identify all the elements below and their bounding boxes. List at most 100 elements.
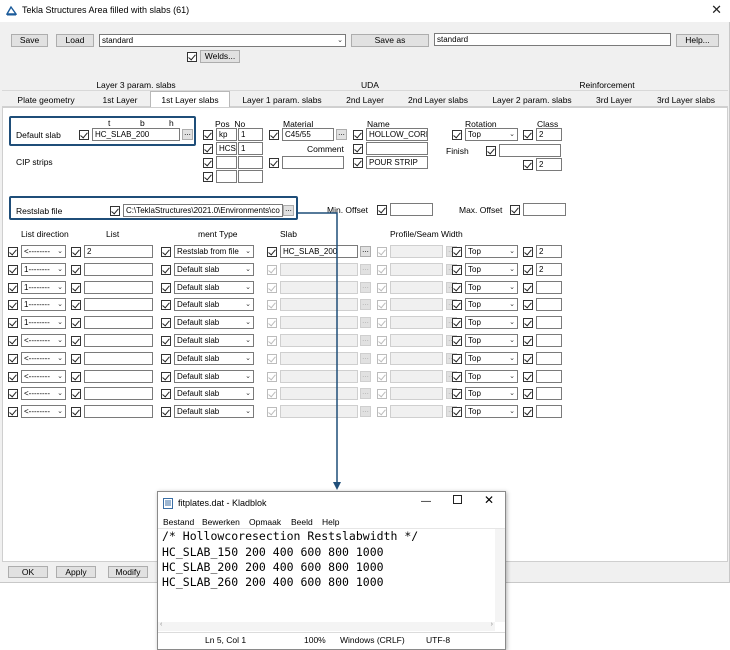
profile-input[interactable] [390, 298, 443, 311]
pos-no-3-input[interactable] [238, 156, 263, 169]
row-rotation-checkbox[interactable] [452, 318, 462, 328]
row-class-input[interactable] [536, 316, 562, 329]
element-type-select[interactable]: Default slab ⌄ [174, 298, 254, 311]
tab-layer2-param-slabs[interactable]: Layer 2 param. slabs [480, 94, 584, 107]
slab-browse-button[interactable]: ... [360, 371, 371, 382]
element-type-checkbox[interactable] [161, 354, 171, 364]
vertical-scrollbar[interactable] [495, 529, 505, 622]
row-rotation-checkbox[interactable] [452, 265, 462, 275]
row-rotation-checkbox[interactable] [452, 354, 462, 364]
slab-checkbox[interactable] [267, 372, 277, 382]
profile-checkbox[interactable] [377, 300, 387, 310]
menu-help[interactable]: Help [322, 517, 339, 527]
slab-input[interactable] [280, 316, 358, 329]
row-rotation-checkbox[interactable] [452, 247, 462, 257]
slab-input[interactable] [280, 281, 358, 294]
direction-select[interactable]: 1-------- ⌄ [21, 263, 66, 276]
direction-select[interactable]: <-------- ⌄ [21, 405, 66, 418]
close-icon[interactable]: ✕ [711, 3, 722, 17]
direction-select[interactable]: 1-------- ⌄ [21, 281, 66, 294]
row-class-input[interactable] [536, 387, 562, 400]
profile-checkbox[interactable] [377, 318, 387, 328]
min-offset-checkbox[interactable] [377, 205, 387, 215]
row-rotation-select[interactable]: Top ⌄ [465, 352, 518, 365]
name-3-input[interactable]: POUR STRIP [366, 156, 428, 169]
modify-button[interactable]: Modify [108, 566, 148, 578]
row-rotation-checkbox[interactable] [452, 300, 462, 310]
list-input[interactable] [84, 316, 153, 329]
row-rotation-select[interactable]: Top ⌄ [465, 387, 518, 400]
tab-plate-geometry[interactable]: Plate geometry [2, 94, 90, 107]
pos-prefix-4-input[interactable] [216, 170, 237, 183]
pos-no-1-input[interactable]: 1 [238, 128, 263, 141]
comment-input[interactable] [282, 156, 344, 169]
slab-browse-button[interactable]: ... [360, 353, 371, 364]
row-class-checkbox[interactable] [523, 318, 533, 328]
profile-input[interactable] [390, 387, 443, 400]
maximize-icon[interactable] [453, 495, 462, 504]
save-as-name-input[interactable]: standard [434, 33, 671, 46]
slab-browse-button[interactable]: ... [360, 264, 371, 275]
slab-input[interactable] [280, 370, 358, 383]
direction-checkbox[interactable] [8, 318, 18, 328]
pos-no-checkbox-4[interactable] [203, 172, 213, 182]
class-2-input[interactable]: 2 [536, 158, 562, 171]
pos-prefix-3-input[interactable] [216, 156, 237, 169]
close-icon[interactable]: ✕ [484, 493, 494, 507]
slab-input[interactable] [280, 352, 358, 365]
profile-checkbox[interactable] [377, 283, 387, 293]
tab-1st-layer[interactable]: 1st Layer [90, 94, 150, 107]
element-type-checkbox[interactable] [161, 300, 171, 310]
direction-checkbox[interactable] [8, 407, 18, 417]
profile-checkbox[interactable] [377, 372, 387, 382]
slab-browse-button[interactable]: ... [360, 317, 371, 328]
element-type-checkbox[interactable] [161, 336, 171, 346]
slab-checkbox[interactable] [267, 407, 277, 417]
direction-select[interactable]: <-------- ⌄ [21, 334, 66, 347]
pos-no-4-input[interactable] [238, 170, 263, 183]
pos-prefix-2-input[interactable]: HCS [216, 142, 237, 155]
slab-input[interactable] [280, 334, 358, 347]
help-button[interactable]: Help... [676, 34, 719, 47]
menu-opmaak[interactable]: Opmaak [249, 517, 281, 527]
profile-input[interactable] [390, 281, 443, 294]
tab-1st-layer-slabs[interactable]: 1st Layer slabs [150, 91, 230, 108]
slab-checkbox[interactable] [267, 283, 277, 293]
element-type-select[interactable]: Default slab ⌄ [174, 316, 254, 329]
menu-beeld[interactable]: Beeld [291, 517, 313, 527]
name-checkbox-2[interactable] [353, 144, 363, 154]
list-checkbox[interactable] [71, 372, 81, 382]
class-checkbox-1[interactable] [523, 130, 533, 140]
max-offset-checkbox[interactable] [510, 205, 520, 215]
direction-checkbox[interactable] [8, 265, 18, 275]
class-1-input[interactable]: 2 [536, 128, 562, 141]
row-class-input[interactable] [536, 370, 562, 383]
profile-checkbox[interactable] [377, 247, 387, 257]
list-checkbox[interactable] [71, 283, 81, 293]
list-checkbox[interactable] [71, 389, 81, 399]
row-class-checkbox[interactable] [523, 336, 533, 346]
element-type-checkbox[interactable] [161, 318, 171, 328]
row-class-input[interactable] [536, 298, 562, 311]
material-browse-button[interactable]: ... [336, 129, 347, 140]
slab-browse-button[interactable]: ... [360, 335, 371, 346]
row-class-checkbox[interactable] [523, 372, 533, 382]
slab-input[interactable] [280, 405, 358, 418]
slab-checkbox[interactable] [267, 265, 277, 275]
profile-input[interactable] [390, 316, 443, 329]
class-checkbox-2[interactable] [523, 160, 533, 170]
list-checkbox[interactable] [71, 265, 81, 275]
slab-browse-button[interactable]: ... [360, 406, 371, 417]
scroll-right-icon[interactable]: › [491, 621, 493, 628]
tab-uda[interactable]: UDA [340, 80, 400, 90]
pos-no-checkbox-1[interactable] [203, 130, 213, 140]
scroll-left-icon[interactable]: ‹ [160, 621, 162, 628]
row-class-checkbox[interactable] [523, 389, 533, 399]
list-checkbox[interactable] [71, 354, 81, 364]
direction-checkbox[interactable] [8, 300, 18, 310]
slab-checkbox[interactable] [267, 354, 277, 364]
list-input[interactable] [84, 298, 153, 311]
pos-no-checkbox-2[interactable] [203, 144, 213, 154]
menu-bestand[interactable]: Bestand [163, 517, 194, 527]
menu-bewerken[interactable]: Bewerken [202, 517, 240, 527]
